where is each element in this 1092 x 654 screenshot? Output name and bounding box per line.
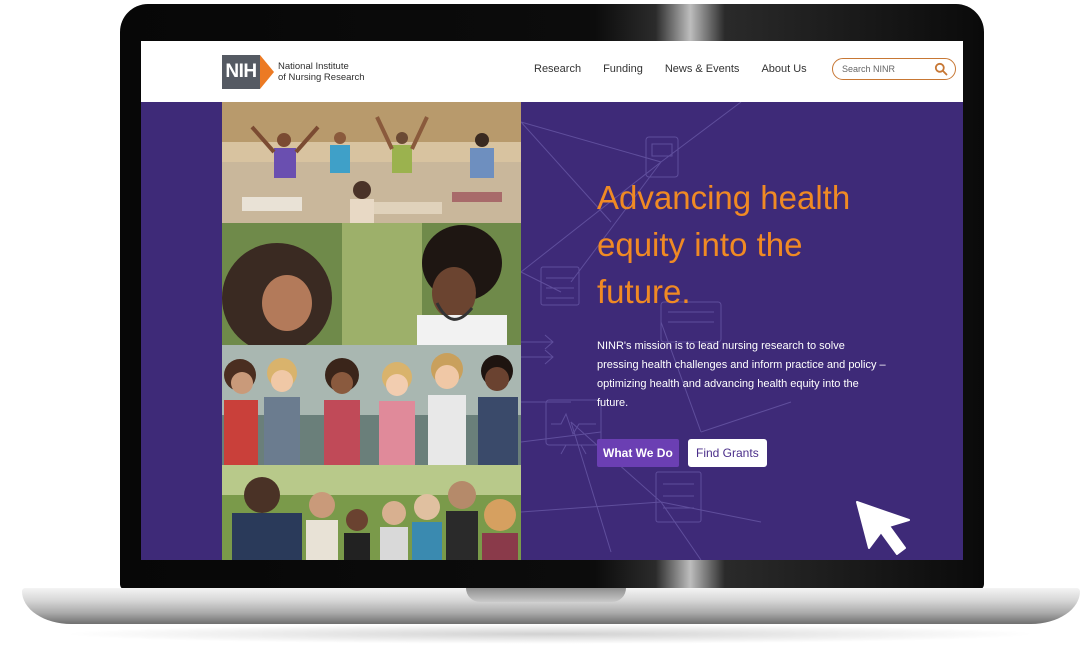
what-we-do-button[interactable]: What We Do <box>597 439 679 467</box>
laptop-notch <box>466 588 626 602</box>
search-input[interactable] <box>842 64 932 74</box>
mouse-pointer-icon <box>856 501 910 555</box>
mission-statement: NINR's mission is to lead nursing resear… <box>597 340 886 409</box>
find-grants-button[interactable]: Find Grants <box>688 439 767 467</box>
search-icon[interactable] <box>934 62 948 76</box>
adults-group-photo <box>222 465 521 560</box>
logo-line-2: of Nursing Research <box>278 72 365 83</box>
ninr-logo[interactable]: NIH National Institute of Nursing Resear… <box>222 55 365 89</box>
photo-collage <box>222 102 521 560</box>
logo-text: National Institute of Nursing Research <box>278 61 365 83</box>
nav-item-about-us[interactable]: About Us <box>761 63 806 75</box>
hero-section: Advancing health equity into the future.… <box>141 102 963 560</box>
hero-headline: Advancing health equity into the future. <box>597 179 851 310</box>
nav-item-news-events[interactable]: News & Events <box>665 63 740 75</box>
yoga-class-photo <box>222 102 521 223</box>
nurse-patient-photo <box>222 223 521 345</box>
main-nav: Research Funding News & Events About Us <box>534 63 829 75</box>
search-box <box>832 58 956 80</box>
site-header: NIH National Institute of Nursing Resear… <box>141 41 963 102</box>
laptop-screen: NIH National Institute of Nursing Resear… <box>141 41 963 560</box>
nav-item-funding[interactable]: Funding <box>603 63 643 75</box>
laptop-shadow <box>60 624 1040 644</box>
logo-line-1: National Institute <box>278 61 349 72</box>
nav-item-research[interactable]: Research <box>534 63 581 75</box>
children-group-photo <box>222 345 521 465</box>
logo-chevron-icon <box>260 55 274 89</box>
nih-logo-mark: NIH <box>222 55 260 89</box>
